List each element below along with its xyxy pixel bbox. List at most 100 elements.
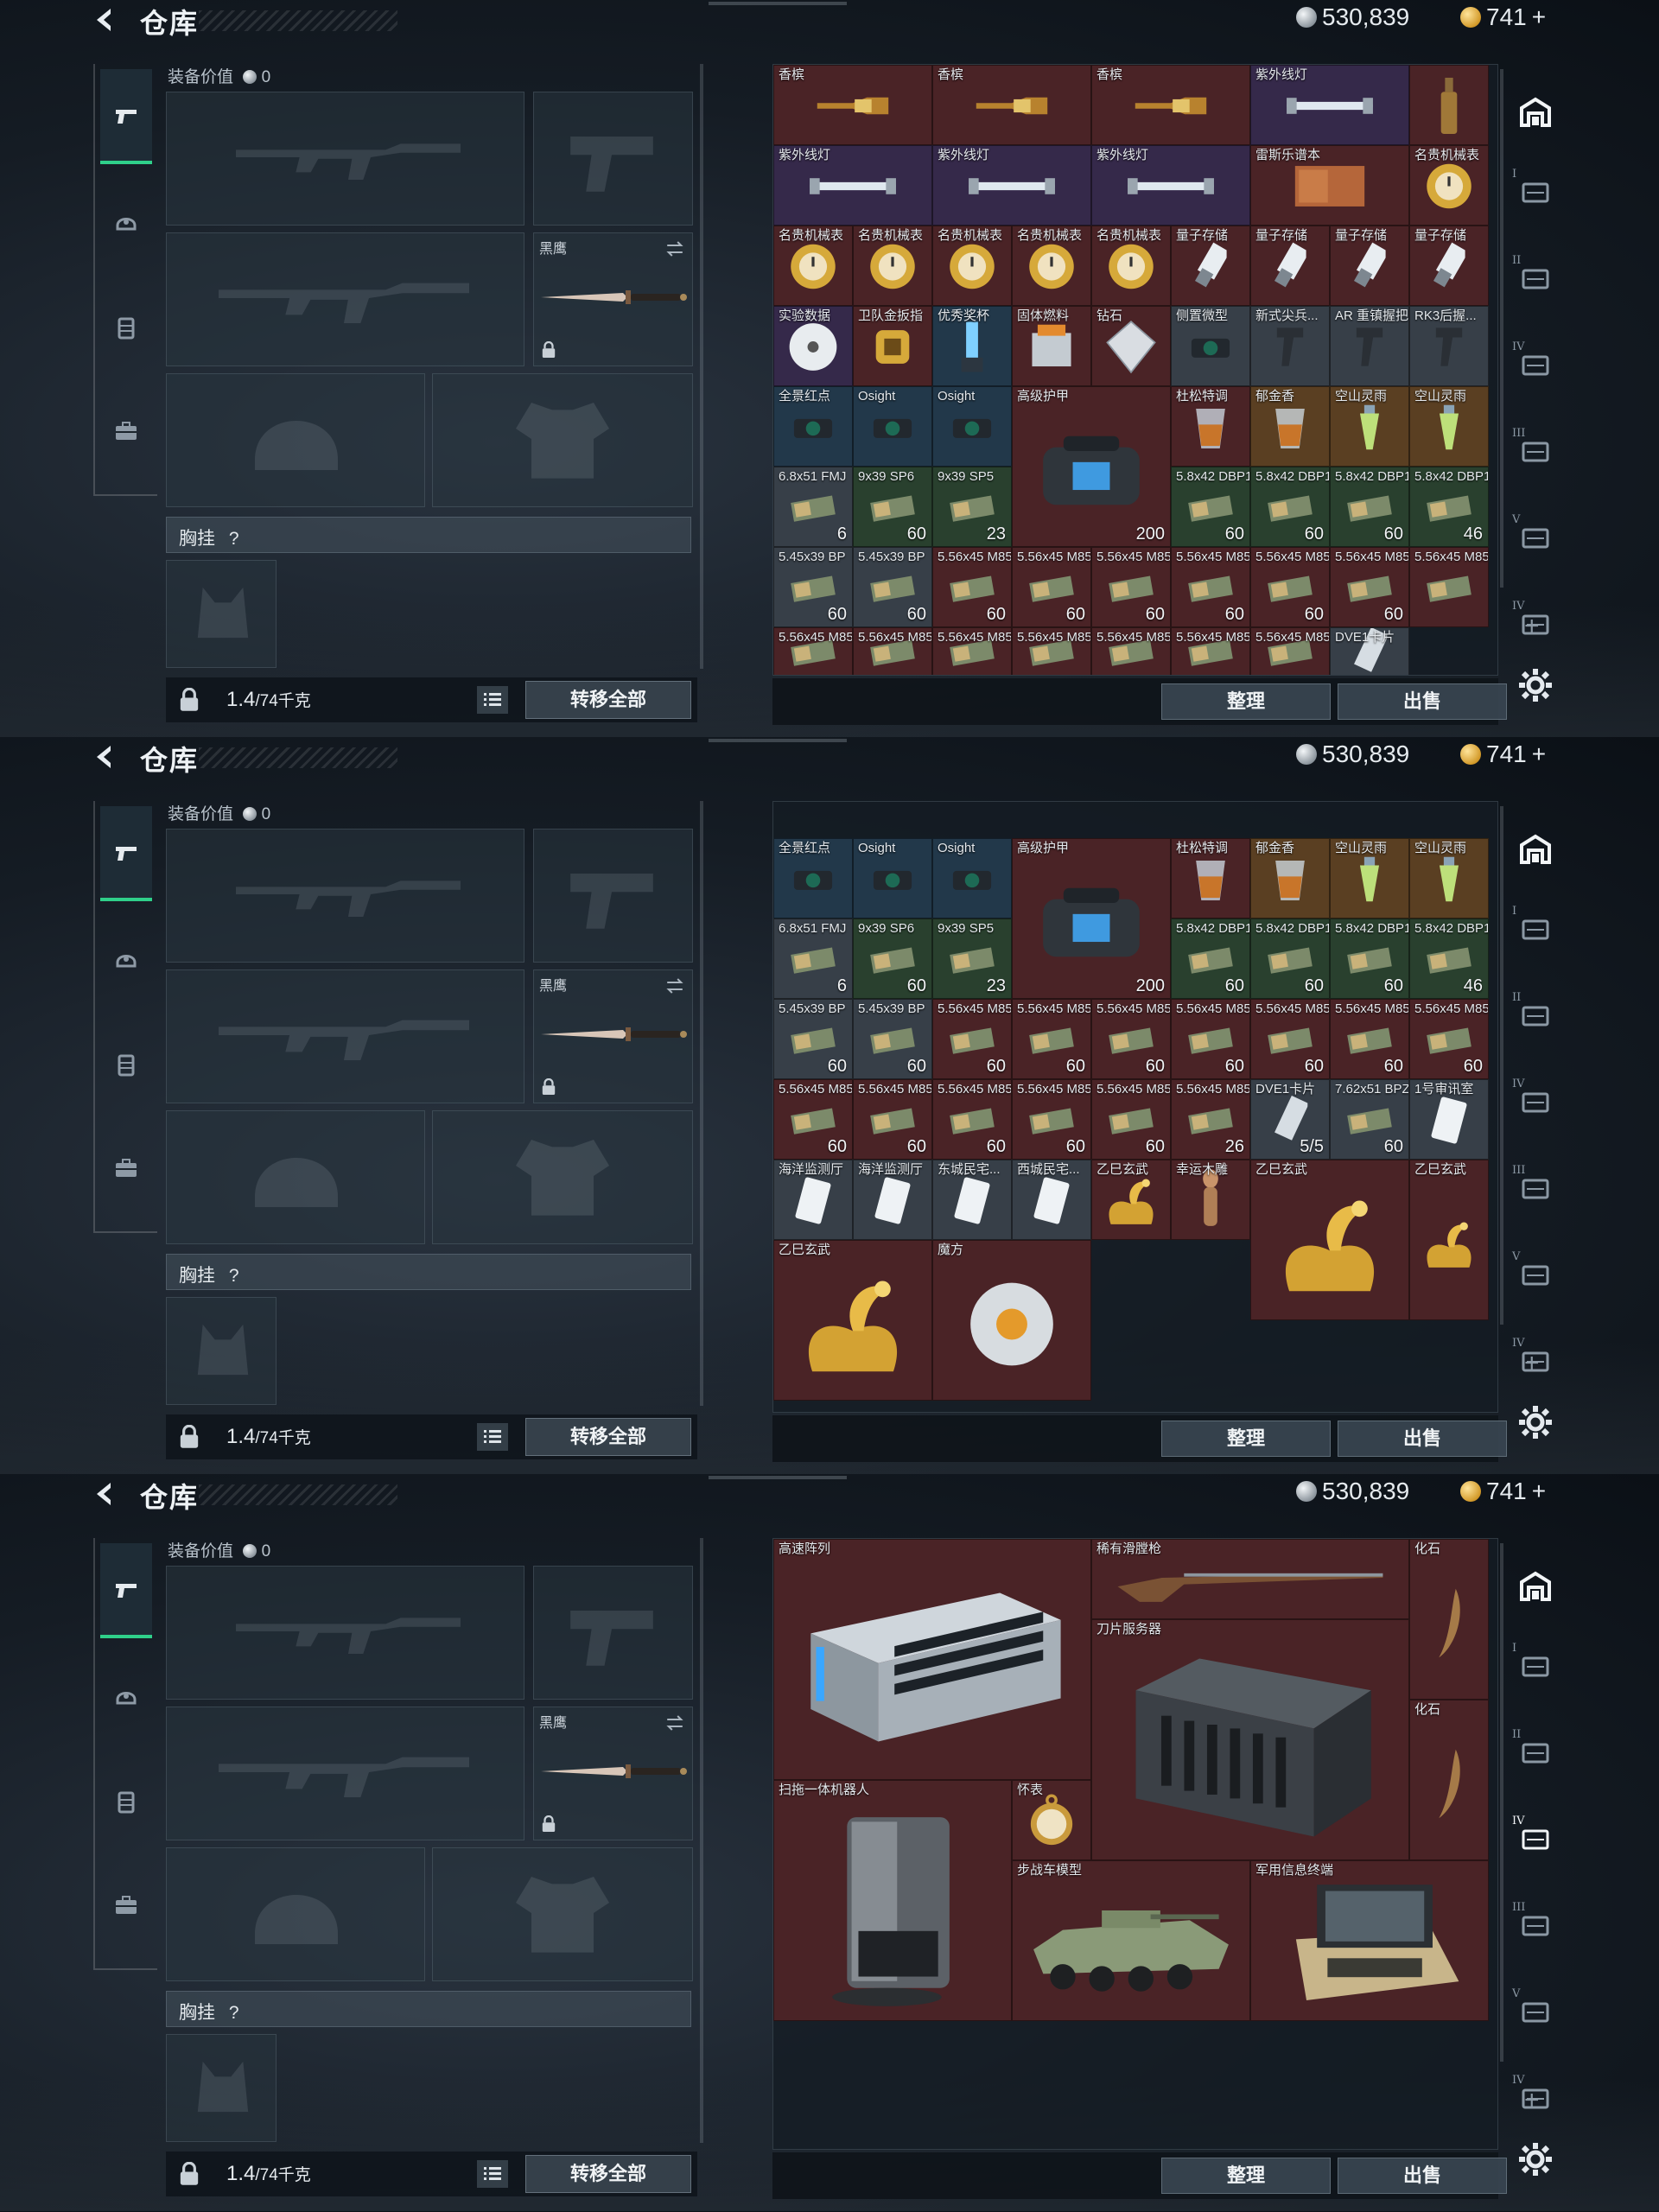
- stash-item[interactable]: 5.8x42 DBP10 60: [1250, 918, 1330, 999]
- stash-item[interactable]: 5.56x45 M855A1 60: [932, 1079, 1012, 1160]
- lock-icon[interactable]: [178, 688, 200, 712]
- stash-item[interactable]: 侧置微型: [1171, 306, 1250, 386]
- stash-item[interactable]: 5.56x45 M855A1 26: [1171, 1079, 1250, 1160]
- help-icon[interactable]: ?: [229, 2003, 239, 2023]
- stash-scrollbar[interactable]: [1500, 69, 1503, 588]
- stash-item[interactable]: 5.56x45 M855A1 60: [1171, 547, 1250, 627]
- helmet-slot[interactable]: [166, 373, 425, 507]
- stash-grid[interactable]: 全景红点 Osight Osight 高级护甲 200 杜松特调 郁金香 空山灵雨 空山灵雨 6.…: [772, 801, 1498, 1413]
- stash-item[interactable]: 郁金香: [1250, 838, 1330, 918]
- sort-button[interactable]: 整理: [1161, 1421, 1331, 1457]
- back-arrow-icon[interactable]: [90, 1479, 119, 1509]
- tab-weapons[interactable]: [100, 1543, 152, 1638]
- stash-item[interactable]: 5.8x42 DBP10 46: [1409, 467, 1489, 547]
- tab-backpack[interactable]: [100, 1858, 152, 1953]
- stash-item[interactable]: 量子存储: [1409, 226, 1489, 306]
- list-view-button[interactable]: [477, 686, 508, 714]
- stash-item[interactable]: 固体燃料: [1012, 306, 1091, 386]
- chest-rig-slot[interactable]: [166, 2034, 276, 2142]
- stash-item[interactable]: 7.62x51 BPZ 60: [1330, 1079, 1409, 1160]
- armor-slot[interactable]: [432, 1110, 693, 1244]
- melee-slot[interactable]: 黑鹰: [533, 1707, 693, 1840]
- stash-item[interactable]: 5.56x45 M855A1: [1171, 627, 1250, 675]
- stash-item[interactable]: 郁金香: [1250, 386, 1330, 467]
- stash-item[interactable]: 全景红点: [773, 386, 853, 467]
- stash-item[interactable]: 海洋监测厅: [853, 1160, 932, 1240]
- stash-item[interactable]: 5.56x45 M855A1 60: [1091, 547, 1171, 627]
- tab-weapons[interactable]: [100, 806, 152, 901]
- stash-item[interactable]: 杜松特调: [1171, 838, 1250, 918]
- stash-scrollbar[interactable]: [1500, 806, 1503, 1325]
- stash-item[interactable]: 杜松特调: [1171, 386, 1250, 467]
- stash-item[interactable]: 名贵机械表: [1012, 226, 1091, 306]
- stash-item[interactable]: 5.45x39 BP 60: [853, 999, 932, 1079]
- melee-slot[interactable]: 黑鹰: [533, 969, 693, 1103]
- rail-tab-4[interactable]: III: [1512, 1164, 1559, 1211]
- rail-tab-1[interactable]: I: [1512, 1642, 1559, 1688]
- primary-weapon-slot[interactable]: [166, 92, 524, 226]
- secondary-weapon-slot[interactable]: [166, 232, 524, 366]
- rail-tab-1[interactable]: I: [1512, 168, 1559, 214]
- stash-item[interactable]: 1号审讯室: [1409, 1079, 1489, 1160]
- stash-item[interactable]: 5.56x45 M855A1: [773, 627, 853, 675]
- tab-backpack[interactable]: [100, 1121, 152, 1216]
- rail-tab-2[interactable]: II: [1512, 1728, 1559, 1775]
- list-view-button[interactable]: [477, 2160, 508, 2188]
- stash-item[interactable]: 量子存储: [1330, 226, 1409, 306]
- swap-icon[interactable]: [664, 1713, 685, 1733]
- chest-rig-header[interactable]: 胸挂 ?: [166, 517, 691, 553]
- stash-item[interactable]: 刀片服务器: [1091, 1619, 1409, 1860]
- pistol-slot[interactable]: [533, 1566, 693, 1700]
- tab-armor[interactable]: [100, 1649, 152, 1744]
- add-page-icon[interactable]: +: [1524, 2086, 1540, 2115]
- stash-item[interactable]: 化石: [1409, 1700, 1489, 1860]
- secondary-weapon-slot[interactable]: [166, 1707, 524, 1840]
- stash-item[interactable]: 乙巳玄武: [1250, 1160, 1409, 1320]
- rail-home[interactable]: [1512, 827, 1559, 874]
- stash-item[interactable]: 空山灵雨: [1409, 386, 1489, 467]
- stash-item[interactable]: 优秀奖杯: [932, 306, 1012, 386]
- add-page-icon[interactable]: +: [1524, 612, 1540, 641]
- rail-tab-3[interactable]: IV: [1512, 340, 1559, 387]
- armor-slot[interactable]: [432, 1847, 693, 1981]
- stash-item[interactable]: 5.56x45 M855A1 60: [1250, 999, 1330, 1079]
- rail-tab-4[interactable]: III: [1512, 1901, 1559, 1948]
- list-view-button[interactable]: [477, 1423, 508, 1451]
- transfer-all-button[interactable]: 转移全部: [525, 2155, 691, 2193]
- stash-item[interactable]: 5.8x42 DBP10 60: [1171, 467, 1250, 547]
- stash-item[interactable]: 紫外线灯: [773, 145, 932, 226]
- stash-grid[interactable]: 高速阵列 稀有滑膛枪 化石 刀片服务器 化石 扫拖一体机器人 怀表 步战车模型 军用信息终端: [772, 1538, 1498, 2150]
- equipment-scrollbar[interactable]: [700, 64, 703, 669]
- stash-item[interactable]: 幸运木雕: [1171, 1160, 1250, 1240]
- lock-icon[interactable]: [178, 2162, 200, 2186]
- rail-tab-3[interactable]: IV: [1512, 1077, 1559, 1124]
- stash-item[interactable]: 5.56x45 M855A1 60: [1171, 999, 1250, 1079]
- rail-tab-2[interactable]: II: [1512, 254, 1559, 301]
- secondary-weapon-slot[interactable]: [166, 969, 524, 1103]
- chest-rig-slot[interactable]: [166, 1297, 276, 1405]
- stash-item[interactable]: 步战车模型: [1012, 1860, 1250, 2021]
- stash-item[interactable]: RK3后握...: [1409, 306, 1489, 386]
- stash-item[interactable]: 5.56x45 M855A1 60: [1409, 999, 1489, 1079]
- stash-item[interactable]: 乙巳玄武: [773, 1240, 932, 1401]
- sell-button[interactable]: 出售: [1338, 2158, 1507, 2194]
- equipment-scrollbar[interactable]: [700, 801, 703, 1406]
- stash-item[interactable]: 东城民宅...: [932, 1160, 1012, 1240]
- stash-item[interactable]: 魔方: [932, 1240, 1091, 1401]
- stash-item[interactable]: 海洋监测厅: [773, 1160, 853, 1240]
- back-arrow-icon[interactable]: [90, 742, 119, 772]
- stash-item[interactable]: 5.56x45 M855A1 60: [1012, 1079, 1091, 1160]
- stash-item[interactable]: 5.8x42 DBP10 60: [1250, 467, 1330, 547]
- armor-slot[interactable]: [432, 373, 693, 507]
- rail-tab-2[interactable]: II: [1512, 991, 1559, 1038]
- stash-item[interactable]: 9x39 SP5 23: [932, 467, 1012, 547]
- rail-tab-5[interactable]: V: [1512, 513, 1559, 560]
- swap-icon[interactable]: [664, 238, 685, 259]
- stash-item[interactable]: 9x39 SP6 60: [853, 467, 932, 547]
- stash-item[interactable]: 名贵机械表: [773, 226, 853, 306]
- stash-item[interactable]: 钻石: [1091, 306, 1171, 386]
- stash-item[interactable]: 5.8x42 DBP10 60: [1330, 467, 1409, 547]
- tab-armor[interactable]: [100, 175, 152, 270]
- rail-home[interactable]: [1512, 1564, 1559, 1611]
- stash-item[interactable]: 5.56x45 M855A1: [1091, 627, 1171, 675]
